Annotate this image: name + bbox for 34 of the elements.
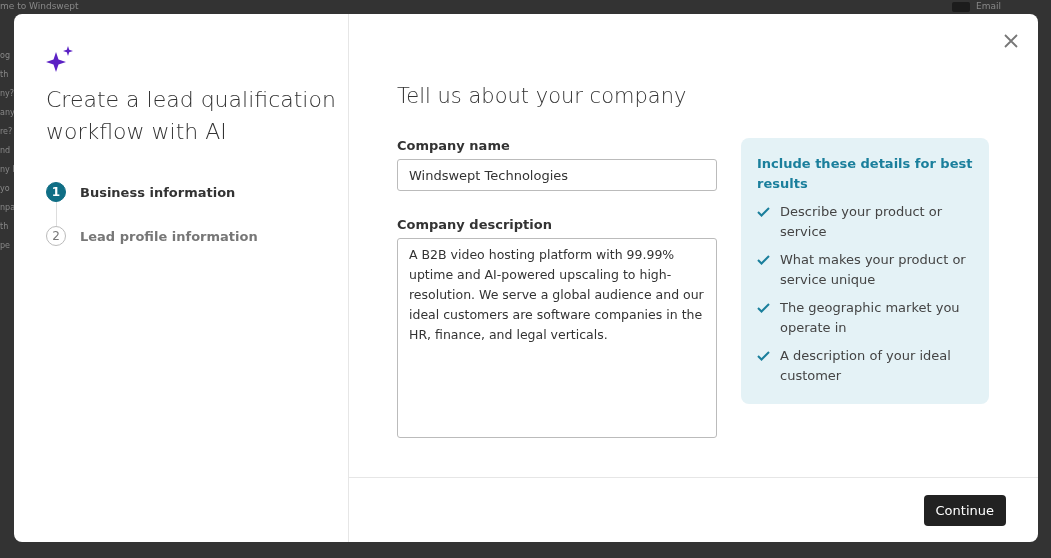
background-text: nd bbox=[0, 146, 12, 155]
tip-text: Describe your product or service bbox=[780, 203, 944, 241]
dialog-title: Create a lead qualification workflow with AI bbox=[46, 86, 336, 146]
background-text: yo bbox=[0, 184, 11, 193]
background-text: Email bbox=[976, 1, 1001, 12]
close-button[interactable] bbox=[1004, 34, 1018, 48]
step-label[interactable]: Lead profile information bbox=[80, 228, 258, 244]
field-label: Company description bbox=[397, 217, 553, 232]
step-label[interactable]: Business information bbox=[80, 184, 236, 200]
background-text: th bbox=[0, 70, 10, 79]
background-text: ny l bbox=[0, 165, 14, 174]
background-text: me to Windswept bbox=[0, 1, 79, 12]
check-icon bbox=[757, 303, 770, 313]
background-text: any bbox=[0, 108, 14, 117]
tip-text: What makes your product or service unique bbox=[780, 251, 967, 289]
check-icon bbox=[757, 351, 770, 361]
background-text: og bbox=[0, 51, 11, 60]
continue-button[interactable]: Continue bbox=[923, 494, 1006, 526]
tip-text: The geographic market you operate in bbox=[780, 299, 961, 337]
section-heading: Tell us about your company bbox=[397, 84, 688, 108]
background-text: npa bbox=[0, 203, 14, 212]
background-text: pe bbox=[0, 241, 11, 250]
check-icon bbox=[757, 255, 770, 265]
tip-text: A description of your ideal customer bbox=[780, 347, 952, 385]
tips-title: Include these details for best results bbox=[757, 155, 973, 193]
field-label: Company name bbox=[397, 138, 511, 153]
step-number: 1 bbox=[46, 182, 66, 202]
check-icon bbox=[757, 207, 770, 217]
text-area[interactable]: A B2B video hosting platform with 99.99% uptime and AI-powered upscaling to high-resolution. We serve a global audience and our ideal customers are software companies in the HR, finance, and legal verticals. bbox=[397, 238, 717, 438]
input-field[interactable]: Windswept Technologies bbox=[397, 159, 717, 191]
background-text: th bbox=[0, 222, 10, 231]
background-text: ny? bbox=[0, 89, 14, 98]
sparkle-icon bbox=[46, 46, 74, 72]
background-text: re? bbox=[0, 127, 14, 136]
